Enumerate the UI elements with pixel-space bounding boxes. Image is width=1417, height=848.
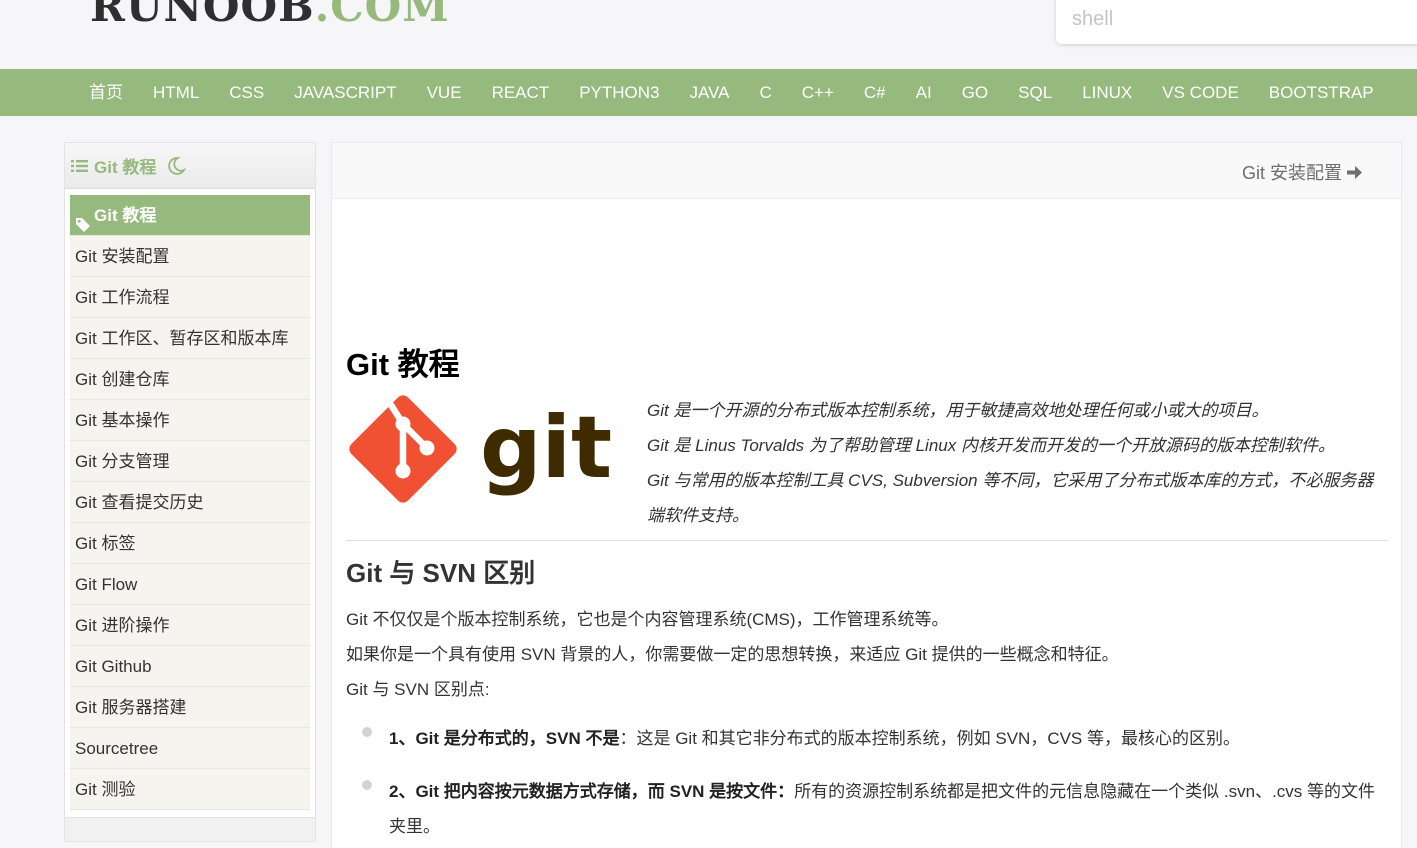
- paragraph-3: Git 与 SVN 区别点:: [346, 680, 490, 699]
- difference-list: 1、Git 是分布式的，SVN 不是：这是 Git 和其它非分布式的版本控制系统…: [360, 721, 1390, 848]
- nav-item-cpp[interactable]: C++: [787, 69, 849, 116]
- site-logo[interactable]: RUNOOB.COM: [90, 0, 450, 32]
- paragraph-1: Git 不仅仅是个版本控制系统，它也是个内容管理系统(CMS)，工作管理系统等。: [346, 610, 949, 629]
- moon-icon[interactable]: [166, 156, 187, 176]
- nav-item-ai[interactable]: AI: [901, 69, 947, 116]
- nav-item-vscode[interactable]: VS CODE: [1147, 69, 1254, 116]
- sidebar-item-tags[interactable]: Git 标签: [70, 523, 310, 564]
- section-title-git-vs-svn: Git 与 SVN 区别: [346, 558, 536, 588]
- next-article-label: Git 安装配置: [1241, 163, 1342, 183]
- nav-item-java[interactable]: JAVA: [674, 69, 744, 116]
- intro-line-1: Git 是一个开源的分布式版本控制系统，用于敏捷高效地处理任何或小或大的项目。: [647, 401, 1269, 420]
- sidebar-item-branch[interactable]: Git 分支管理: [70, 441, 310, 482]
- logo-tld-text: .COM: [314, 0, 450, 31]
- nav-item-c[interactable]: C: [744, 69, 786, 116]
- search-box: [1056, 0, 1417, 44]
- list-item-strong: 1、Git 是分布式的，SVN 不是: [389, 729, 620, 748]
- list-icon: [70, 157, 90, 175]
- sidebar-title: Git 教程: [94, 158, 157, 177]
- nav-item-home[interactable]: 首页: [74, 69, 138, 116]
- git-logo-text: git: [480, 398, 612, 498]
- sidebar-item-workflow[interactable]: Git 工作流程: [70, 277, 310, 318]
- intro-block: Git 是一个开源的分布式版本控制系统，用于敏捷高效地处理任何或小或大的项目。 …: [647, 393, 1387, 533]
- sidebar-item-server[interactable]: Git 服务器搭建: [70, 687, 310, 728]
- article-nav-bar: Git 安装配置: [332, 143, 1401, 199]
- sidebar-item-git-tutorial[interactable]: Git 教程: [70, 195, 310, 236]
- tag-icon: [75, 207, 91, 232]
- arrow-right-icon: [1346, 164, 1363, 181]
- nav-item-linux[interactable]: LINUX: [1067, 69, 1147, 116]
- site-header: RUNOOB.COM: [0, 0, 1417, 69]
- nav-item-python3[interactable]: PYTHON3: [564, 69, 674, 116]
- sidebar-item-advanced[interactable]: Git 进阶操作: [70, 605, 310, 646]
- sidebar-item-create-repo[interactable]: Git 创建仓库: [70, 359, 310, 400]
- sidebar-footer: [64, 818, 316, 842]
- list-item-text: ：这是 Git 和其它非分布式的版本控制系统，例如 SVN，CVS 等，最核心的…: [619, 729, 1240, 748]
- sidebar-item-git-flow[interactable]: Git Flow: [70, 564, 310, 605]
- section-divider: [346, 540, 1389, 541]
- list-item: 2、Git 把内容按元数据方式存储，而 SVN 是按文件：所有的资源控制系统都是…: [360, 774, 1390, 844]
- list-item-strong: 2、Git 把内容按元数据方式存储，而 SVN 是按文件：: [389, 782, 795, 801]
- nav-item-react[interactable]: REACT: [477, 69, 565, 116]
- nav-item-html[interactable]: HTML: [138, 69, 214, 116]
- sidebar-item-sourcetree[interactable]: Sourcetree: [70, 728, 310, 769]
- sidebar-item-install[interactable]: Git 安装配置: [70, 236, 310, 277]
- paragraph-2: 如果你是一个具有使用 SVN 背景的人，你需要做一定的思想转换，来适应 Git …: [346, 645, 1119, 664]
- sidebar-item-workspace[interactable]: Git 工作区、暂存区和版本库: [70, 318, 310, 359]
- sidebar-item-history[interactable]: Git 查看提交历史: [70, 482, 310, 523]
- git-logo: git: [346, 391, 626, 507]
- main-content: Git 安装配置 Git 教程 git Git 是一个开源的分布式版本控制系统，…: [331, 142, 1402, 848]
- sidebar-item-github[interactable]: Git Github: [70, 646, 310, 687]
- nav-item-javascript[interactable]: JAVASCRIPT: [279, 69, 411, 116]
- logo-main-text: RUNOOB: [90, 0, 315, 31]
- nav-item-csharp[interactable]: C#: [849, 69, 901, 116]
- nav-item-bootstrap[interactable]: BOOTSTRAP: [1254, 69, 1389, 116]
- nav-item-sql[interactable]: SQL: [1003, 69, 1067, 116]
- sidebar-menu: Git 教程 Git 安装配置 Git 工作流程 Git 工作区、暂存区和版本库…: [70, 195, 310, 810]
- list-item: 1、Git 是分布式的，SVN 不是：这是 Git 和其它非分布式的版本控制系统…: [360, 721, 1390, 756]
- intro-line-2: Git 是 Linus Torvalds 为了帮助管理 Linux 内核开发而开…: [647, 436, 1335, 455]
- page-title: Git 教程: [346, 347, 460, 382]
- sidebar-item-label: Git 教程: [94, 205, 157, 225]
- sidebar-header: Git 教程: [65, 143, 315, 189]
- intro-line-3: Git 与常用的版本控制工具 CVS, Subversion 等不同，它采用了分…: [647, 471, 1374, 525]
- sidebar-item-basic-ops[interactable]: Git 基本操作: [70, 400, 310, 441]
- nav-item-vue[interactable]: VUE: [412, 69, 477, 116]
- search-input[interactable]: [1072, 2, 1412, 36]
- next-article-link[interactable]: Git 安装配置: [1242, 159, 1363, 185]
- nav-item-go[interactable]: GO: [947, 69, 1003, 116]
- sidebar: Git 教程 Git 教程 Git 安装配置 Git 工作流程 Git 工作区、: [64, 142, 316, 818]
- sidebar-item-quiz[interactable]: Git 测验: [70, 769, 310, 810]
- top-nav: 首页 HTML CSS JAVASCRIPT VUE REACT PYTHON3…: [0, 69, 1417, 116]
- nav-item-css[interactable]: CSS: [214, 69, 279, 116]
